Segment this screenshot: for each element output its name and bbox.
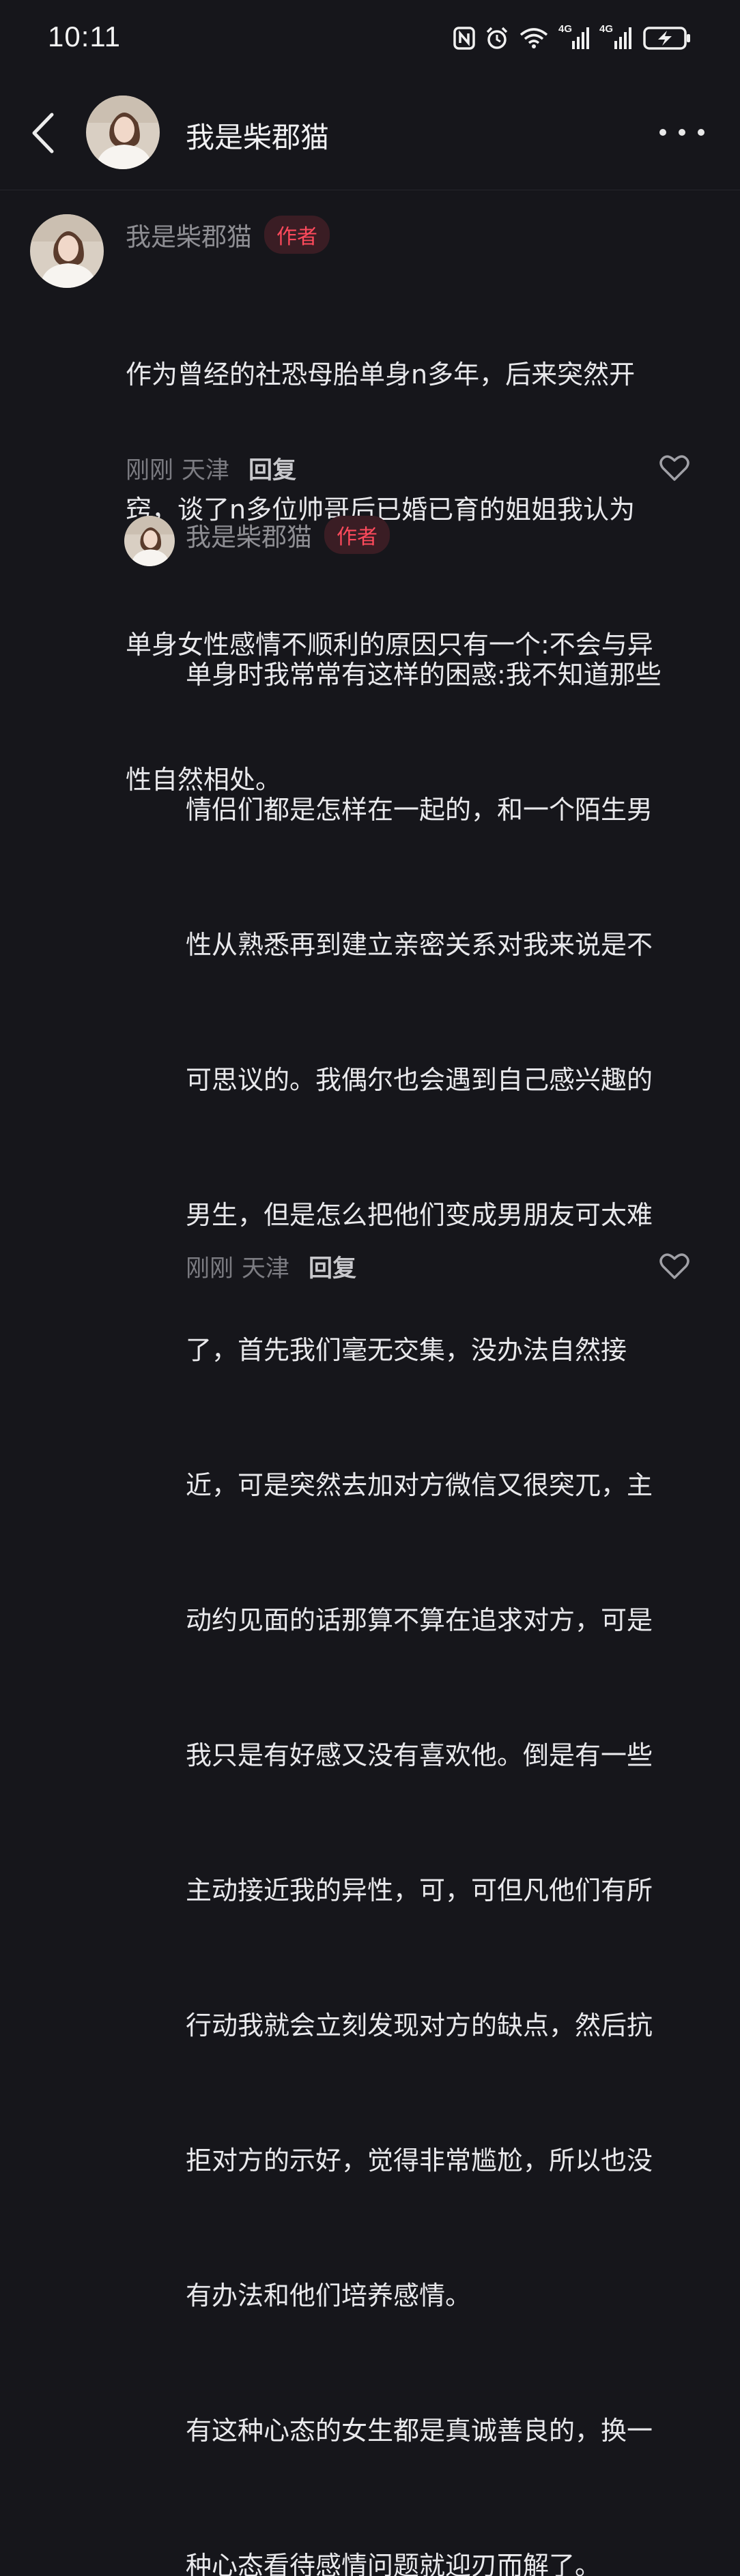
status-time: 10:11 (48, 20, 121, 53)
comment-line: 种心态看待感情问题就迎刃而解了。 (186, 2551, 601, 2576)
comment-line: 性从熟悉再到建立亲密关系对我来说是不 (186, 930, 653, 960)
wifi-icon (520, 28, 548, 48)
comment-time: 刚刚 (126, 456, 174, 484)
alarm-icon (486, 27, 508, 49)
more-dot-icon (659, 129, 666, 136)
author-row: 我是柴郡猫 作者 (186, 516, 390, 554)
comment-line: 主动接近我的异性，可，可但凡他们有所 (186, 1875, 653, 1905)
comment-line: 男生，但是怎么把他们变成男朋友可太难 (186, 1200, 653, 1230)
avatar[interactable] (30, 214, 104, 288)
comment-location: 天津 (242, 1255, 290, 1283)
comment-line: 可思议的。我偶尔也会遇到自己感兴趣的 (186, 1065, 653, 1095)
like-button[interactable] (659, 1253, 689, 1280)
comment-line: 有办法和他们培养感情。 (186, 2281, 472, 2311)
author-badge: 作者 (264, 216, 330, 254)
comment-line: 行动我就会立刻发现对方的缺点，然后抗 (186, 2010, 653, 2040)
status-bar: 10:11 4G 4G (0, 0, 740, 75)
comment-line: 了，首先我们毫无交集，没办法自然接 (186, 1335, 627, 1365)
comment: 我是柴郡猫 作者 作为曾经的社恐母胎单身n多年，后来突然开 窍，谈了n多位帅哥后… (0, 205, 740, 795)
comment-line: 近，可是突然去加对方微信又很突兀，主 (186, 1470, 653, 1500)
comment-meta: 刚刚 天津 回复 (126, 452, 296, 484)
comment-text[interactable]: 单身时我常常有这样的困惑:我不知道那些 情侣们都是怎样在一起的，和一个陌生男 性… (186, 562, 725, 2576)
chevron-left-icon (32, 113, 54, 153)
comment-line: 我只是有好感又没有喜欢他。倒是有一些 (186, 1740, 653, 1770)
page-title: 我是柴郡猫 (186, 121, 330, 154)
comment-meta: 刚刚 天津 回复 (186, 1250, 356, 1283)
conversation-header: 我是柴郡猫 (0, 75, 740, 190)
more-dot-icon (679, 129, 685, 136)
reply-button[interactable]: 回复 (309, 1249, 356, 1284)
reply-comment: 我是柴郡猫 作者 单身时我常常有这样的困惑:我不知道那些 情侣们都是怎样在一起的… (0, 512, 740, 2576)
comment-line: 拒对方的示好，觉得非常尴尬，所以也没 (186, 2146, 653, 2176)
comment-line: 情侣们都是怎样在一起的，和一个陌生男 (186, 795, 653, 825)
comment-line: 单身时我常常有这样的困惑:我不知道那些 (186, 660, 661, 690)
heart-icon (659, 455, 689, 481)
nfc-icon (453, 27, 475, 50)
battery-charging-icon (643, 27, 690, 50)
back-button[interactable] (29, 109, 59, 157)
comment-line: 动约见面的话那算不算在追求对方，可是 (186, 1605, 653, 1635)
heart-icon (659, 1253, 689, 1279)
author-row: 我是柴郡猫 作者 (126, 216, 330, 254)
comment-line: 作为曾经的社恐母胎单身n多年，后来突然开 (126, 360, 636, 390)
more-dot-icon (698, 129, 705, 136)
avatar[interactable] (124, 516, 175, 566)
comment-location: 天津 (182, 456, 230, 484)
more-options-button[interactable] (659, 119, 705, 146)
signal-4g-icon: 4G (558, 23, 590, 50)
author-name[interactable]: 我是柴郡猫 (126, 216, 252, 253)
signal-4g-icon: 4G (599, 23, 634, 50)
reply-button[interactable]: 回复 (248, 451, 296, 486)
author-badge: 作者 (324, 516, 390, 554)
like-button[interactable] (659, 454, 689, 482)
status-icons: 4G 4G (453, 23, 691, 53)
comment-line: 有这种心态的女生都是真诚善良的，换一 (186, 2416, 653, 2446)
comment-time: 刚刚 (186, 1255, 234, 1283)
author-name[interactable]: 我是柴郡猫 (186, 516, 312, 553)
avatar[interactable] (86, 96, 160, 169)
